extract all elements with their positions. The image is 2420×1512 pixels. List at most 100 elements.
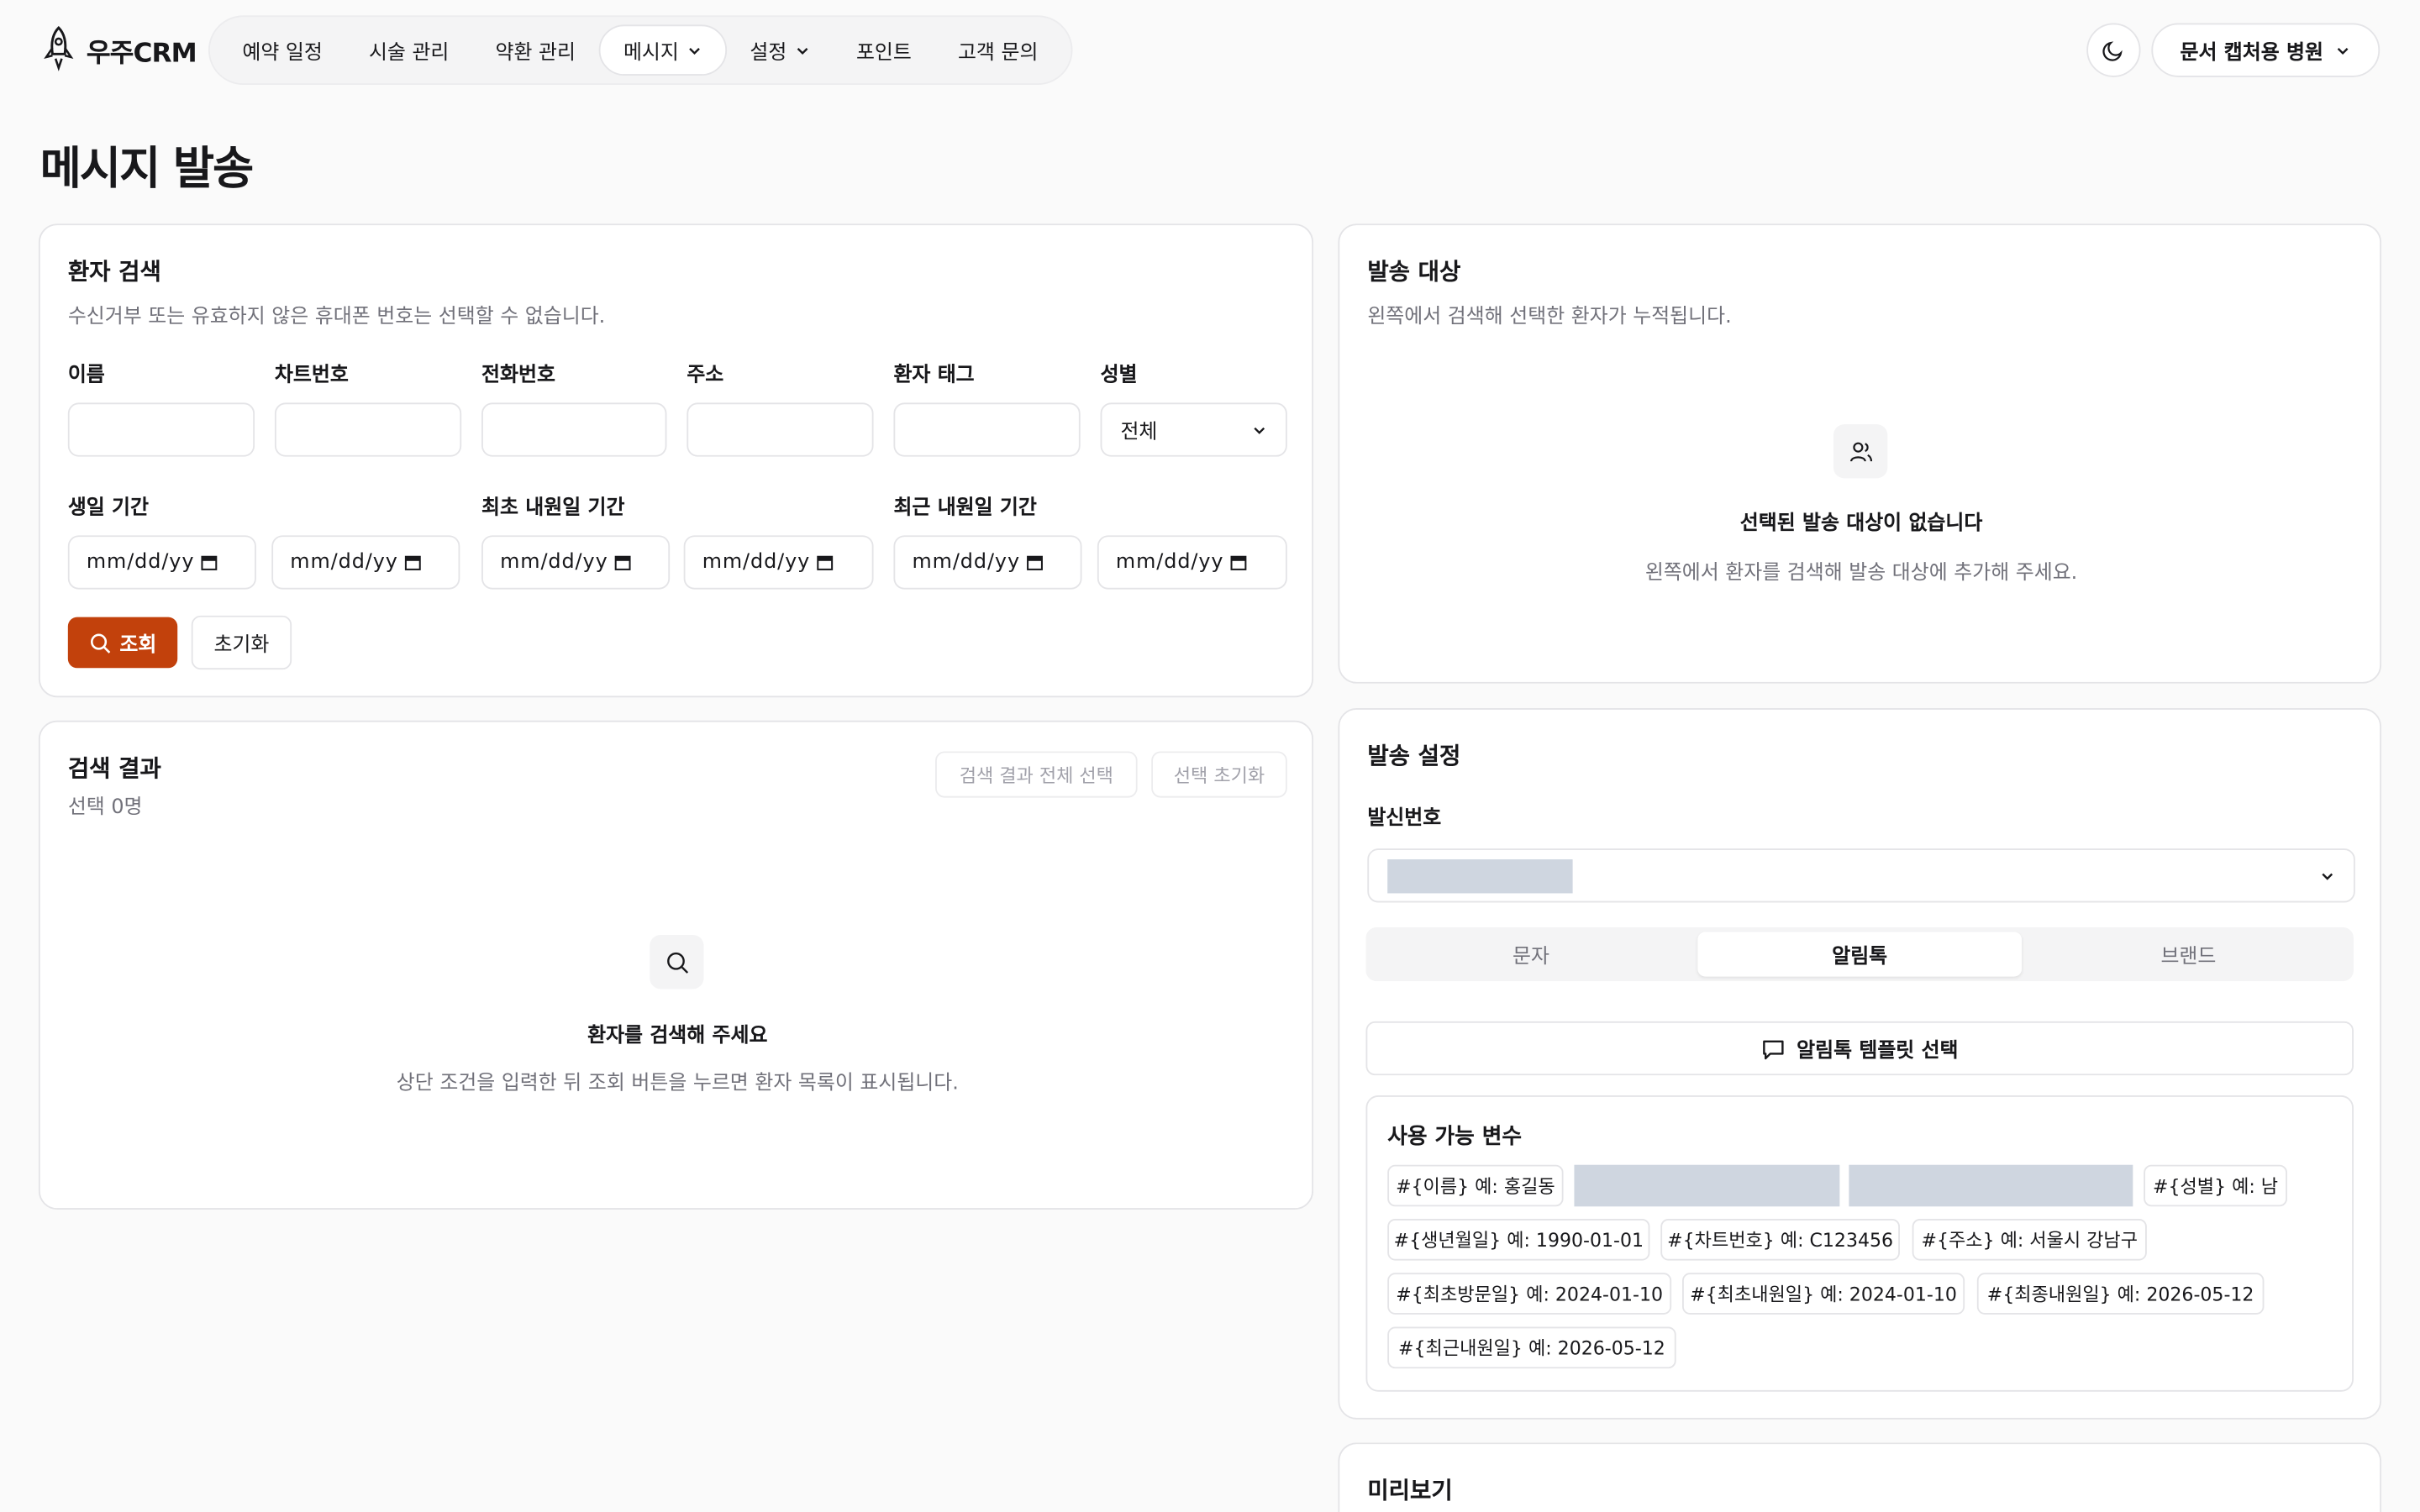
address-input[interactable]	[687, 402, 874, 457]
recent-visit-end-date[interactable]: mm/dd/yy	[1097, 535, 1287, 590]
message-type-tabs: 문자 알림톡 브랜드	[1365, 927, 2354, 982]
nav-label: 포인트	[855, 41, 912, 66]
date-placeholder: mm/dd/yy	[702, 550, 811, 575]
users-icon	[1849, 441, 1872, 461]
select-all-results-button[interactable]: 검색 결과 전체 선택	[935, 751, 1138, 798]
redacted-chip	[1849, 1164, 2133, 1207]
variable-chip[interactable]: #{주소} 예: 서울시 강남구	[1912, 1218, 2147, 1261]
first-visit-period-label: 최초 내원일 기간	[481, 496, 625, 520]
variables-title: 사용 가능 변수	[1387, 1124, 1523, 1150]
empty-search-icon-box	[650, 935, 704, 990]
nav-label: 약환 관리	[495, 41, 576, 66]
card-title: 발송 대상	[1367, 257, 1461, 286]
date-placeholder: mm/dd/yy	[500, 550, 608, 575]
template-select-button[interactable]: 알림톡 템플릿 선택	[1365, 1021, 2354, 1076]
recent-visit-start-date[interactable]: mm/dd/yy	[893, 535, 1082, 590]
birth-period-label: 생일 기간	[67, 496, 150, 520]
preview-card: 미리보기	[1338, 1442, 2382, 1512]
sender-number-label: 발신번호	[1367, 806, 1442, 831]
nav-item-messages[interactable]: 메시지	[598, 24, 727, 76]
rocket-icon	[44, 25, 74, 71]
theme-toggle-button[interactable]	[2086, 23, 2141, 77]
date-placeholder: mm/dd/yy	[1115, 550, 1224, 575]
nav-item-inquiry[interactable]: 고객 문의	[934, 24, 1061, 76]
chart-input[interactable]	[274, 402, 462, 457]
reset-button-label: 초기화	[213, 633, 270, 658]
variable-chip[interactable]: #{생년월일} 예: 1990-01-01	[1387, 1218, 1650, 1261]
birth-start-date[interactable]: mm/dd/yy	[67, 535, 256, 590]
chevron-down-icon	[2322, 872, 2333, 879]
variable-chip[interactable]: #{최초내원일} 예: 2024-01-10	[1682, 1273, 1965, 1315]
nav-item-settings[interactable]: 설정	[727, 24, 834, 76]
date-placeholder: mm/dd/yy	[290, 550, 398, 575]
card-subtitle: 수신거부 또는 유효하지 않은 휴대폰 번호는 선택할 수 없습니다.	[67, 305, 606, 329]
nav-label: 예약 일정	[242, 41, 323, 66]
nav-label: 고객 문의	[957, 41, 1039, 66]
reset-selection-button[interactable]: 선택 초기화	[1151, 751, 1287, 798]
search-results-card: 검색 결과 선택 0명 검색 결과 전체 선택 선택 초기화 환자를 검색해 주…	[38, 720, 1314, 1210]
empty-subtitle: 왼쪽에서 환자를 검색해 발송 대상에 추가해 주세요.	[1644, 561, 2078, 585]
nav-item-reservations[interactable]: 예약 일정	[219, 24, 346, 76]
variables-box: 사용 가능 변수 #{이름} 예: 홍길동 #{성별} 예: 남 #{생년월일}…	[1365, 1095, 2354, 1392]
logo[interactable]: 우주CRM	[40, 24, 197, 74]
template-button-label: 알림톡 템플릿 선택	[1797, 1039, 1959, 1063]
hospital-selector[interactable]: 문서 캡처용 병원	[2151, 23, 2381, 77]
nav-item-procedures[interactable]: 시술 관리	[345, 24, 472, 76]
nav-item-refunds[interactable]: 약환 관리	[472, 24, 599, 76]
moon-icon	[2102, 41, 2123, 61]
variable-chip[interactable]: #{최근내원일} 예: 2026-05-12	[1387, 1326, 1676, 1369]
button-label: 선택 초기화	[1173, 764, 1265, 786]
name-input[interactable]	[67, 402, 255, 457]
address-label: 주소	[687, 364, 724, 388]
gender-value: 전체	[1120, 421, 1158, 444]
redacted-chip	[1574, 1164, 1840, 1207]
sender-number-select[interactable]	[1367, 848, 2355, 903]
selected-count: 선택 0명	[67, 795, 143, 820]
chart-label: 차트번호	[274, 364, 349, 388]
chevron-down-icon	[2338, 47, 2349, 55]
nav-item-points[interactable]: 포인트	[833, 24, 934, 76]
variable-chip[interactable]: #{이름} 예: 홍길동	[1387, 1164, 1564, 1207]
tab-alimtalk[interactable]: 알림톡	[1697, 932, 2023, 977]
tab-label: 알림톡	[1832, 945, 1888, 969]
page-title: 메시지 발송	[39, 141, 254, 195]
tab-sms[interactable]: 문자	[1370, 932, 1691, 976]
variable-chip[interactable]: #{최종내원일} 예: 2026-05-12	[1976, 1273, 2265, 1315]
recent-visit-period-label: 최근 내원일 기간	[893, 496, 1037, 520]
empty-title: 환자를 검색해 주세요	[587, 1024, 768, 1048]
button-label: 검색 결과 전체 선택	[959, 764, 1113, 786]
reset-button[interactable]: 초기화	[191, 615, 292, 670]
search-button[interactable]: 조회	[67, 617, 178, 669]
hospital-name: 문서 캡처용 병원	[2180, 41, 2323, 66]
gender-select[interactable]: 전체	[1100, 402, 1287, 457]
phone-input[interactable]	[481, 402, 667, 457]
variable-chip[interactable]: #{최초방문일} 예: 2024-01-10	[1387, 1273, 1672, 1315]
variable-chip[interactable]: #{성별} 예: 남	[2144, 1164, 2287, 1207]
tab-brand[interactable]: 브랜드	[2028, 932, 2349, 976]
first-visit-start-date[interactable]: mm/dd/yy	[481, 535, 671, 590]
first-visit-end-date[interactable]: mm/dd/yy	[683, 535, 874, 590]
redacted-value	[1387, 859, 1573, 894]
nav-label: 설정	[750, 41, 787, 66]
logo-text: 우주CRM	[86, 37, 197, 69]
main-nav: 예약 일정 시술 관리 약환 관리 메시지 설정 포인트 고객 문의	[208, 15, 1072, 86]
patient-search-card: 환자 검색 수신거부 또는 유효하지 않은 휴대폰 번호는 선택할 수 없습니다…	[38, 223, 1314, 698]
tag-input[interactable]	[893, 402, 1081, 457]
name-label: 이름	[67, 364, 105, 388]
card-title: 검색 결과	[67, 754, 161, 783]
empty-users-icon-box	[1833, 424, 1888, 479]
birth-end-date[interactable]: mm/dd/yy	[271, 535, 460, 590]
variable-chip[interactable]: #{차트번호} 예: C123456	[1660, 1218, 1900, 1261]
chevron-down-icon	[797, 47, 808, 55]
top-bar: 우주CRM 예약 일정 시술 관리 약환 관리 메시지 설정 포인트 고객 문의…	[0, 0, 2420, 99]
empty-title: 선택된 발송 대상이 없습니다	[1739, 512, 1983, 536]
chevron-down-icon	[1254, 426, 1265, 433]
card-title: 환자 검색	[67, 257, 161, 286]
date-placeholder: mm/dd/yy	[912, 550, 1021, 575]
calendar-icon	[404, 555, 421, 570]
message-square-icon	[1763, 1039, 1784, 1059]
nav-label: 시술 관리	[368, 41, 450, 66]
nav-label: 메시지	[623, 41, 679, 66]
phone-label: 전화번호	[481, 364, 555, 388]
calendar-icon	[1230, 555, 1247, 570]
